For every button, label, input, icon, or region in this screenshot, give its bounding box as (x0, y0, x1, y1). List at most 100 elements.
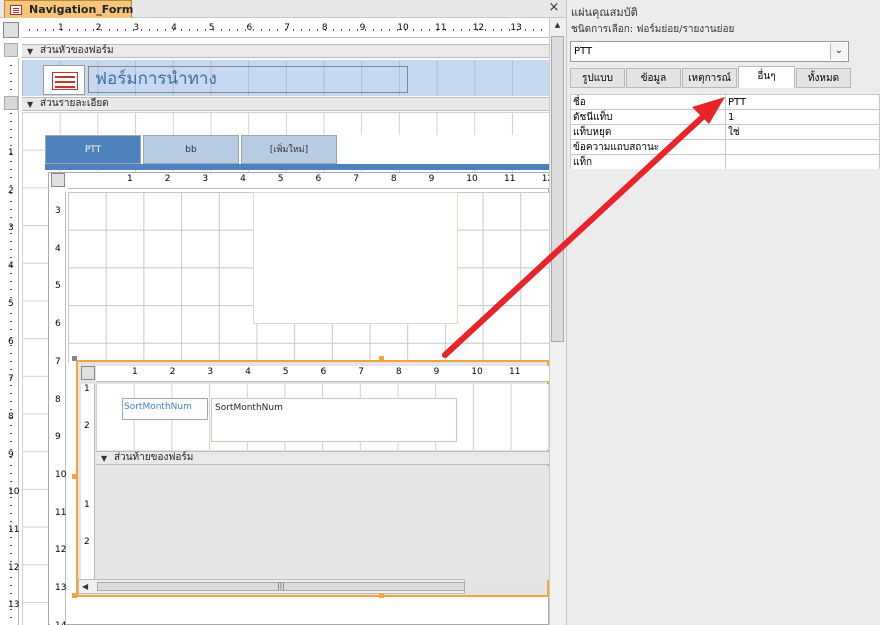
ruler-tick-label: 6 (320, 367, 327, 377)
subform-horizontal-scrollbar[interactable]: ◀ ||| (78, 579, 465, 594)
form-header-bar[interactable]: ▼ ส่วนหัวของฟอร์ม (22, 44, 549, 58)
property-tab[interactable]: เหตุการณ์ (682, 68, 737, 88)
subform-selector[interactable] (51, 173, 65, 187)
ruler-tick-label: 4 (171, 23, 177, 33)
ruler-tick-label: 3 (8, 223, 14, 234)
ruler-tick-label: 11 (509, 367, 521, 377)
ruler-tick-label: 13 (55, 583, 67, 593)
ruler-tick-label: 4 (245, 367, 251, 377)
horizontal-ruler[interactable]: 1 2 3 4 5 6 7 8 9 10 11 12 13 (22, 22, 549, 38)
nav-button[interactable]: PTT (45, 135, 141, 164)
ruler-tick-label: 8 (321, 23, 328, 33)
detail-section-bar[interactable]: ▼ ส่วนรายละเอียด (22, 97, 549, 111)
property-tab[interactable]: ทั้งหมด (796, 68, 851, 88)
property-row[interactable]: ดัชนีแท็บ 1 (570, 109, 880, 125)
ruler-tick-label: 6 (55, 319, 61, 330)
ruler-tick-label: 9 (433, 367, 440, 377)
scroll-thumb[interactable]: ||| (97, 582, 465, 591)
ruler-tick-label: 13 (8, 600, 20, 611)
ruler-tick-label: 3 (202, 174, 209, 184)
nav-button[interactable]: [เพิ่มใหม่] (241, 135, 337, 164)
vertical-scroll-thumb[interactable] (551, 36, 564, 342)
ruler-tick-label: 11 (55, 507, 67, 518)
subform-vertical-ruler[interactable]: 3 4 5 6 7 8 9 10 11 12 13 14 (50, 192, 66, 625)
object-selector-dropdown[interactable]: PTT (570, 41, 849, 62)
chevron-down-icon[interactable]: ⌄ (830, 43, 847, 60)
property-name: ข้อความแถบสถานะ (570, 139, 726, 155)
form-designer[interactable]: Navigation_Form × 1 2 3 4 5 6 7 8 9 10 11 12 13 1234… (0, 0, 566, 625)
resize-handle[interactable] (379, 593, 384, 598)
ruler-tick-label: 11 (435, 23, 447, 33)
close-icon[interactable]: × (546, 0, 562, 16)
ruler-tick-label: 11 (8, 525, 20, 535)
ruler-tick-label: 2 (8, 185, 14, 196)
chevron-down-icon: ▼ (101, 454, 108, 463)
ruler-tick-label: 10 (397, 23, 409, 33)
sort-month-label[interactable]: SortMonthNum (122, 398, 208, 420)
ruler-tick-label: 5 (277, 174, 284, 184)
subform-control-placeholder[interactable] (253, 192, 458, 324)
ruler-tick-label: 5 (8, 298, 14, 309)
form-title-label[interactable]: ฟอร์มการนำทาง (88, 66, 408, 93)
property-name: แท็ก (570, 154, 726, 170)
subform-footer-label: ส่วนท้ายของฟอร์ม (114, 452, 194, 463)
ruler-tick-label: 8 (55, 394, 61, 405)
scroll-up-icon[interactable]: ▲ (551, 21, 564, 33)
ruler-tick-label: 7 (358, 367, 364, 377)
ruler-tick-label: 7 (8, 374, 14, 385)
resize-handle[interactable] (72, 593, 77, 598)
resize-handle[interactable] (72, 474, 77, 479)
move-handle[interactable] (72, 356, 77, 361)
ruler-tick-label: 5 (208, 23, 215, 33)
property-value[interactable]: ใช่ (725, 124, 880, 140)
ruler-tick-label: 6 (315, 174, 322, 184)
property-name: แท็บหยุด (570, 124, 726, 140)
property-grid: ชื่อ PTT ดัชนีแท็บ 1 แท็บหยุด ใช่ ข้อความแถบสถ… (570, 94, 880, 170)
property-row[interactable]: แท็บหยุด ใช่ (570, 124, 880, 140)
property-row[interactable]: ข้อความแถบสถานะ (570, 139, 880, 155)
ruler-tick-label: 10 (8, 487, 20, 498)
nav-button[interactable]: bb (143, 135, 239, 164)
ruler-tick-label: 2 (169, 367, 176, 377)
ruler-tick-label: 1 (8, 148, 14, 158)
document-tab[interactable]: Navigation_Form (4, 0, 133, 18)
ruler-tick-label: 10 (55, 469, 67, 480)
property-value[interactable]: 1 (725, 109, 880, 125)
ruler-tick-label: 8 (390, 174, 397, 184)
form-logo-icon[interactable] (43, 65, 85, 95)
property-value[interactable]: PTT (725, 94, 880, 110)
property-tab[interactable]: รูปแบบ (570, 68, 625, 88)
subform-footer-area[interactable] (96, 466, 549, 580)
property-row[interactable]: ชื่อ PTT (570, 94, 880, 110)
subform-selector[interactable] (81, 366, 95, 380)
vertical-ruler[interactable]: 1 2 3 4 5 6 7 8 9 10 11 12 13 (3, 58, 19, 625)
property-sheet-empty-area (570, 169, 880, 625)
subform-horizontal-ruler[interactable]: 1 2 3 4 5 6 7 8 9 10 11 12 (68, 173, 553, 189)
section-selector[interactable] (4, 96, 18, 110)
detail-section-label: ส่วนรายละเอียด (40, 98, 109, 109)
ruler-tick-label: 1 (132, 367, 138, 377)
ruler-tick-label: 7 (55, 356, 61, 367)
selection-type-label: ชนิดการเลือก: ฟอร์มย่อย/รายงานย่อย (571, 24, 735, 35)
ruler-tick-label: 5 (55, 281, 61, 292)
form-selector[interactable] (3, 22, 19, 38)
property-value[interactable] (725, 139, 880, 155)
nested-horizontal-ruler[interactable]: 1 2 3 4 5 6 7 8 9 10 11 (96, 366, 549, 382)
subform-footer-bar[interactable]: ▼ ส่วนท้ายของฟอร์ม (96, 451, 549, 465)
ruler-tick-label: 8 (8, 411, 14, 422)
property-tab[interactable]: ข้อมูล (626, 68, 681, 88)
ruler-tick-label: 13 (510, 23, 522, 33)
resize-handle[interactable] (379, 356, 384, 361)
sort-month-textbox[interactable]: SortMonthNum (211, 398, 457, 442)
ruler-tick-label: 4 (8, 261, 14, 272)
section-selector[interactable] (4, 43, 18, 57)
nested-vertical-ruler[interactable]: 1 2 1 2 (81, 384, 95, 580)
property-tab[interactable]: อื่นๆ (738, 66, 795, 88)
scroll-left-icon[interactable]: ◀ (82, 582, 88, 591)
ruler-tick-label: 6 (246, 23, 253, 33)
ruler-tick-label: 5 (282, 367, 289, 377)
property-value[interactable] (725, 154, 880, 170)
property-row[interactable]: แท็ก (570, 154, 880, 170)
ruler-tick-label: 12 (55, 545, 67, 556)
ruler-tick-label: 1 (58, 23, 64, 33)
